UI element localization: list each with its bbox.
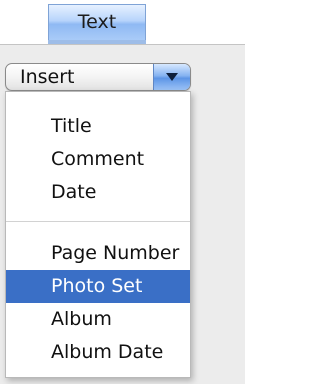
menu-item-page-number[interactable]: Page Number (6, 237, 190, 270)
menu-item-date[interactable]: Date (6, 176, 190, 209)
menu-item-album-date[interactable]: Album Date (6, 336, 190, 369)
insert-popup-button[interactable]: Insert (5, 63, 191, 91)
text-tab-label: Text (77, 11, 117, 33)
insert-menu: Title Comment Date Page Number Photo Set… (5, 91, 191, 378)
menu-item-album[interactable]: Album (6, 303, 190, 336)
text-tab[interactable]: Text (48, 4, 146, 44)
popup-arrow-icon (153, 64, 190, 90)
menu-item-photo-set[interactable]: Photo Set (6, 270, 190, 303)
menu-item-comment[interactable]: Comment (6, 143, 190, 176)
popup-selected-value: Insert (20, 66, 75, 88)
menu-item-title[interactable]: Title (6, 110, 190, 143)
menu-separator (6, 221, 190, 222)
